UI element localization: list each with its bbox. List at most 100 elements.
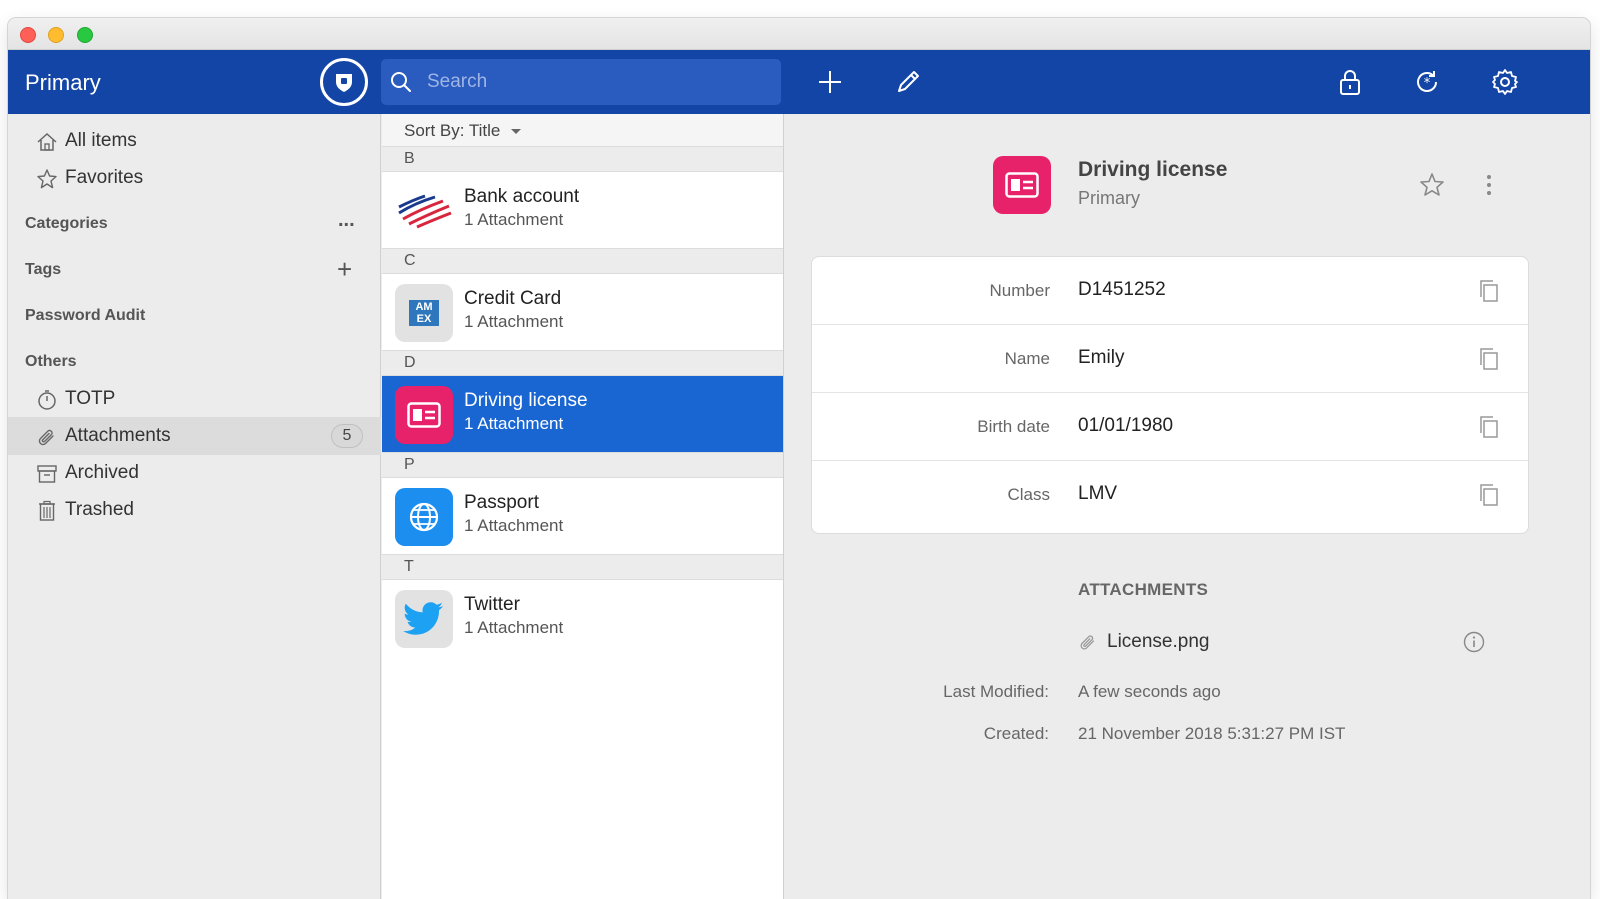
id-card-icon [993, 156, 1051, 214]
home-icon [37, 132, 57, 151]
password-audit-heading[interactable]: Password Audit [25, 307, 145, 325]
copy-icon[interactable] [1478, 279, 1500, 303]
item-list: Sort By: Title B Bank account 1 Attachme… [382, 114, 784, 899]
timer-icon [38, 390, 56, 410]
fields-card: Number D1451252 Name Emily Birth date 01… [811, 256, 1529, 534]
search-box[interactable] [381, 59, 781, 105]
app-window: Primary Search * All items Favorites Cat… [8, 18, 1590, 899]
globe-icon [395, 488, 453, 546]
item-subtitle: 1 Attachment [464, 312, 564, 331]
maximize-window-button[interactable] [77, 27, 93, 43]
field-value[interactable]: D1451252 [1078, 279, 1166, 301]
sort-value: Title [468, 121, 501, 140]
sidebar: All items Favorites Categories ... Tags … [8, 114, 381, 899]
list-item-bank-account[interactable]: Bank account 1 Attachment [382, 172, 783, 248]
item-title: Driving license [464, 390, 588, 411]
copy-icon[interactable] [1478, 415, 1500, 439]
sync-icon: * [1417, 71, 1437, 92]
sidebar-item-label: All items [65, 130, 137, 151]
item-subtitle: 1 Attachment [464, 618, 564, 637]
app-logo-button[interactable] [320, 58, 368, 106]
field-birth-date: Birth date 01/01/1980 [812, 393, 1528, 461]
categories-heading[interactable]: Categories [25, 215, 108, 233]
sort-label: Sort By: [404, 121, 465, 140]
tags-heading[interactable]: Tags [25, 261, 61, 279]
copy-icon[interactable] [1478, 483, 1500, 507]
sidebar-item-trashed[interactable]: Trashed [8, 491, 381, 529]
gear-icon [1492, 69, 1518, 95]
item-title: Credit Card [464, 288, 562, 309]
group-header: B [382, 146, 783, 172]
edit-item-button[interactable] [890, 64, 926, 100]
sidebar-item-label: Trashed [65, 499, 134, 520]
item-subtitle: 1 Attachment [464, 414, 564, 433]
star-icon [37, 169, 57, 189]
svg-text:*: * [1424, 76, 1431, 91]
list-item-credit-card[interactable]: AM EX Credit Card 1 Attachment [382, 274, 783, 350]
group-header: P [382, 452, 783, 478]
info-icon[interactable] [1462, 630, 1486, 654]
trash-icon [39, 500, 55, 521]
field-number: Number D1451252 [812, 257, 1528, 325]
sidebar-item-totp[interactable]: TOTP [8, 380, 381, 418]
lock-icon [1340, 70, 1360, 95]
group-header: C [382, 248, 783, 274]
sidebar-item-attachments[interactable]: Attachments 5 [8, 417, 381, 455]
attachment-file[interactable]: License.png [1078, 628, 1209, 656]
settings-button[interactable] [1487, 64, 1523, 100]
caret-down-icon [511, 129, 522, 135]
field-name: Name Emily [812, 325, 1528, 393]
shield-icon [336, 74, 352, 92]
twitter-bird-icon [395, 590, 453, 648]
list-item-passport[interactable]: Passport 1 Attachment [382, 478, 783, 554]
item-title: Twitter [464, 594, 520, 615]
sort-control[interactable]: Sort By: Title [404, 121, 522, 141]
field-class: Class LMV [812, 461, 1528, 529]
attachment-filename: License.png [1107, 631, 1210, 652]
lock-button[interactable] [1332, 64, 1368, 100]
bank-flag-icon [395, 182, 453, 240]
group-header: D [382, 350, 783, 376]
created-label: Created: [983, 724, 1049, 743]
sidebar-item-all-items[interactable]: All items [8, 122, 381, 160]
last-modified-value: A few seconds ago [1078, 682, 1221, 701]
sidebar-item-label: Archived [65, 462, 139, 483]
list-item-driving-license[interactable]: Driving license 1 Attachment [382, 376, 783, 452]
item-detail: Driving license Primary Number D1451252 … [785, 114, 1590, 899]
sidebar-item-label: Attachments [65, 425, 171, 446]
more-options-icon[interactable] [1479, 171, 1499, 199]
attachments-heading: ATTACHMENTS [1078, 580, 1209, 599]
item-subtitle: 1 Attachment [464, 516, 564, 535]
close-window-button[interactable] [20, 27, 36, 43]
list-item-twitter[interactable]: Twitter 1 Attachment [382, 580, 783, 656]
item-title: Passport [464, 492, 539, 513]
sidebar-item-label: TOTP [65, 388, 116, 409]
others-heading: Others [25, 353, 77, 370]
plus-icon [819, 71, 841, 93]
minimize-window-button[interactable] [48, 27, 64, 43]
field-value[interactable]: 01/01/1980 [1078, 415, 1173, 437]
copy-icon[interactable] [1478, 347, 1500, 371]
sidebar-item-label: Favorites [65, 167, 144, 188]
amex-card-icon: AM EX [395, 284, 453, 342]
favorite-star-icon[interactable] [1418, 171, 1446, 199]
field-value[interactable]: Emily [1078, 347, 1124, 369]
sync-button[interactable]: * [1409, 64, 1445, 100]
id-card-icon [395, 386, 453, 444]
sidebar-item-favorites[interactable]: Favorites [8, 159, 381, 197]
sidebar-item-archived[interactable]: Archived [8, 454, 381, 492]
add-item-button[interactable] [812, 64, 848, 100]
detail-title: Driving license [1078, 158, 1228, 181]
paperclip-icon [1080, 635, 1095, 650]
field-value[interactable]: LMV [1078, 483, 1117, 505]
vault-name[interactable]: Primary [25, 70, 101, 96]
detail-vault: Primary [1078, 188, 1140, 208]
field-label: Birth date [977, 417, 1050, 436]
sort-bar[interactable]: Sort By: Title [382, 114, 783, 146]
add-tag-button[interactable]: + [337, 254, 352, 285]
paperclip-icon [38, 429, 54, 446]
categories-more-button[interactable]: ... [338, 209, 355, 232]
last-modified-label: Last Modified: [943, 682, 1049, 701]
search-input[interactable] [427, 59, 767, 105]
group-header: T [382, 554, 783, 580]
